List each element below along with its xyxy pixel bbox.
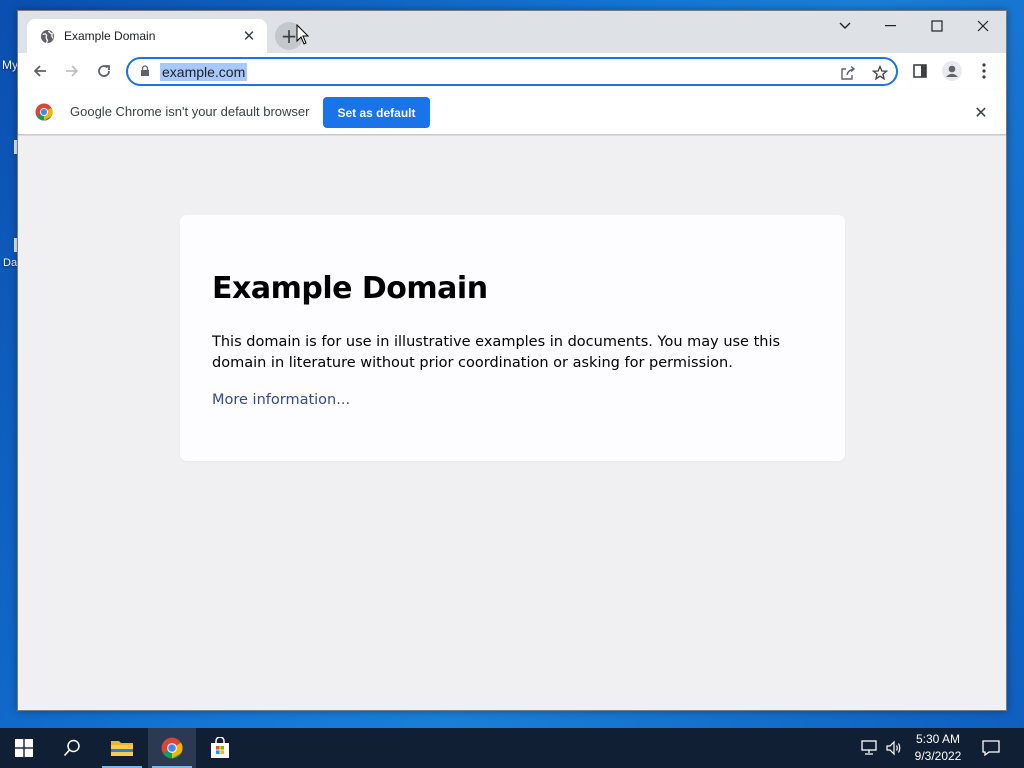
tab-search-button[interactable]: [822, 11, 868, 41]
browser-toolbar: example.com: [18, 53, 1006, 89]
address-bar[interactable]: example.com: [126, 57, 898, 86]
side-panel-button[interactable]: [906, 57, 934, 85]
forward-arrow-icon: [66, 65, 79, 77]
file-explorer-button[interactable]: [98, 728, 146, 768]
reload-button[interactable]: [90, 57, 118, 85]
file-explorer-icon: [111, 741, 133, 756]
chrome-logo-icon: [35, 103, 53, 121]
desktop-icon-label[interactable]: My: [2, 58, 18, 72]
set-as-default-button[interactable]: Set as default: [323, 97, 430, 128]
clock-date: 9/3/2022: [914, 749, 962, 763]
close-icon[interactable]: ✕: [971, 102, 991, 122]
kebab-menu-icon: [982, 63, 986, 79]
start-button[interactable]: [0, 728, 48, 768]
lock-icon[interactable]: [140, 65, 150, 77]
more-information-link[interactable]: More information...: [212, 392, 350, 408]
minimize-icon: [885, 25, 896, 27]
taskbar: 5:30 AM 9/3/2022: [0, 728, 1024, 768]
page-viewport: Example Domain This domain is for use in…: [18, 136, 1006, 710]
default-browser-infobar: Google Chrome isn't your default browser…: [18, 89, 1006, 135]
globe-icon: [39, 28, 55, 44]
chrome-icon: [161, 737, 183, 759]
close-window-button[interactable]: [960, 11, 1006, 41]
plus-icon: +: [280, 24, 298, 48]
close-icon: [977, 20, 989, 32]
microsoft-store-icon: [211, 737, 229, 758]
maximize-icon: [931, 20, 943, 32]
mouse-cursor-icon: [296, 24, 310, 45]
menu-button[interactable]: [970, 57, 998, 85]
tab-strip: Example Domain ✕ +: [18, 11, 1006, 53]
minimize-button[interactable]: [868, 11, 914, 41]
windows-start-icon: [15, 739, 33, 757]
content-card: Example Domain This domain is for use in…: [180, 215, 845, 461]
profile-button[interactable]: [938, 57, 966, 85]
maximize-button[interactable]: [914, 11, 960, 41]
page-heading: Example Domain: [212, 271, 488, 306]
desktop-icon-label[interactable]: Da: [3, 257, 17, 269]
clock-time: 5:30 AM: [915, 732, 961, 746]
back-arrow-icon: [33, 65, 46, 77]
reload-icon: [98, 65, 110, 77]
infobar-message: Google Chrome isn't your default browser: [70, 104, 310, 119]
chrome-window: Example Domain ✕ + example.com Google Ch…: [17, 10, 1007, 711]
tab-title: Example Domain: [64, 29, 156, 43]
search-button[interactable]: [48, 728, 96, 768]
share-icon[interactable]: [838, 63, 858, 83]
network-icon[interactable]: [860, 738, 880, 758]
url-text[interactable]: example.com: [160, 63, 248, 81]
profile-icon: [942, 61, 962, 81]
close-icon[interactable]: ✕: [239, 26, 259, 46]
microsoft-store-button[interactable]: [196, 728, 244, 768]
chrome-taskbar-button[interactable]: [148, 728, 196, 768]
star-icon[interactable]: [870, 63, 890, 83]
taskbar-clock[interactable]: 5:30 AM 9/3/2022: [902, 731, 974, 765]
tab-example-domain[interactable]: Example Domain ✕: [27, 19, 267, 53]
volume-icon[interactable]: [884, 738, 904, 758]
page-body-text: This domain is for use in illustrative e…: [212, 334, 781, 371]
chevron-down-icon: [839, 22, 851, 29]
back-button[interactable]: [26, 57, 54, 85]
forward-button[interactable]: [58, 57, 86, 85]
side-panel-icon: [913, 64, 927, 78]
search-icon: [63, 739, 80, 757]
notification-icon[interactable]: [981, 738, 1001, 758]
